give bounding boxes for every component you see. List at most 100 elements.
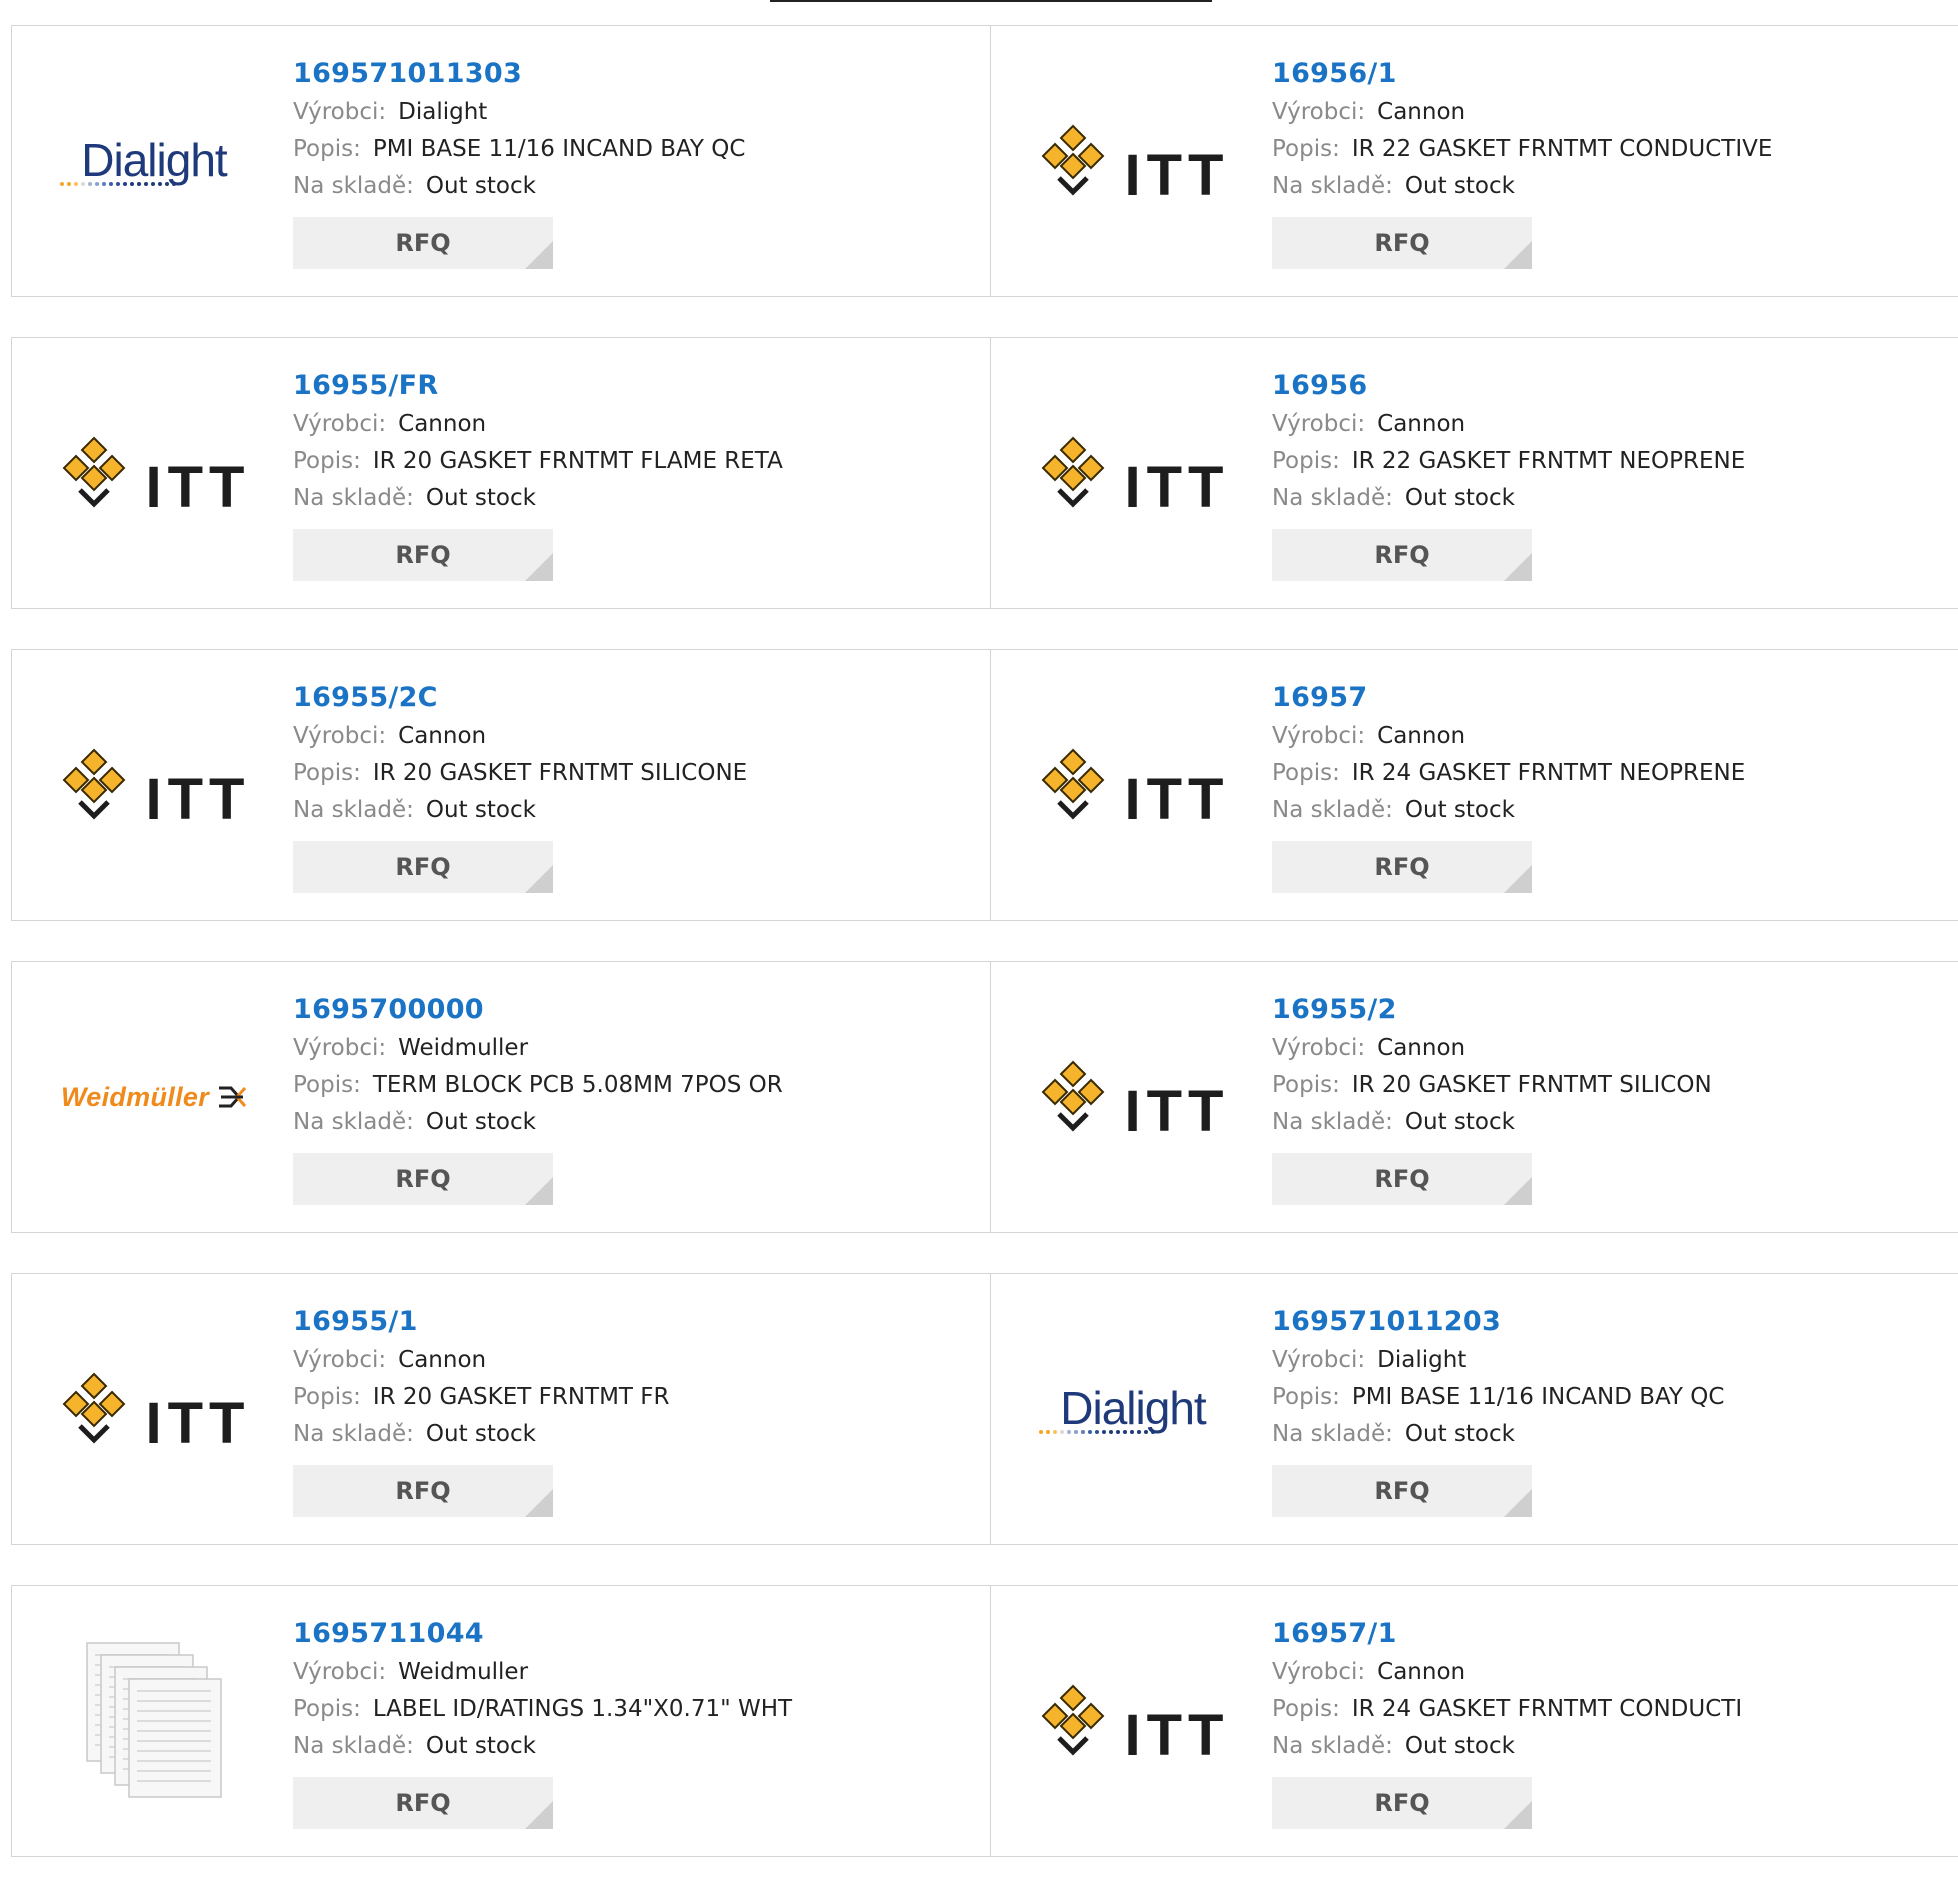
- part-number-link[interactable]: 169571011303: [293, 54, 745, 94]
- manufacturer-logo: ITT: [1031, 1022, 1235, 1172]
- part-number-link[interactable]: 1695700000: [293, 990, 783, 1030]
- product-info: 16955/FR Výrobci: Cannon Popis: IR 20 GASK…: [293, 366, 783, 581]
- product-card: Weidmüller 1695700000 Výrobci: Weidmuller…: [12, 962, 990, 1232]
- manufacturer-line: Výrobci: Dialight: [293, 94, 745, 131]
- description-label: Popis:: [293, 1696, 361, 1722]
- manufacturer-logo: Weidmüller: [52, 1022, 256, 1172]
- description-line: Popis: IR 24 GASKET FRNTMT CONDUCTI: [1272, 1691, 1742, 1728]
- stock-label: Na skladě:: [293, 1421, 414, 1447]
- product-row: 1695711044 Výrobci: Weidmuller Popis: LABE…: [11, 1585, 1958, 1857]
- itt-logo: ITT: [58, 1370, 251, 1453]
- product-card: Dialight 169571011303 Výrobci: Dialight P…: [12, 26, 990, 296]
- product-info: 16956 Výrobci: Cannon Popis: IR 22 GASKET …: [1272, 366, 1745, 581]
- rfq-button[interactable]: RFQ: [1272, 217, 1532, 269]
- rfq-button[interactable]: RFQ: [1272, 529, 1532, 581]
- rfq-corner-icon: [1504, 553, 1532, 581]
- rfq-label: RFQ: [395, 229, 451, 257]
- manufacturer-value: Weidmuller: [398, 1659, 529, 1685]
- rfq-corner-icon: [525, 553, 553, 581]
- description-label: Popis:: [1272, 136, 1340, 162]
- rfq-button[interactable]: RFQ: [1272, 1153, 1532, 1205]
- rfq-button[interactable]: RFQ: [293, 217, 553, 269]
- rfq-label: RFQ: [1374, 853, 1430, 881]
- manufacturer-label: Výrobci:: [293, 1347, 387, 1373]
- part-number-link[interactable]: 1695711044: [293, 1614, 792, 1654]
- manufacturer-logo: ITT: [1031, 86, 1235, 236]
- part-number-link[interactable]: 16956: [1272, 366, 1745, 406]
- product-card: ITT 16955/2C Výrobci: Cannon Popis: IR 20 …: [12, 650, 990, 920]
- description-value: IR 20 GASKET FRNTMT SILICONE: [372, 760, 748, 786]
- stock-label: Na skladě:: [1272, 1109, 1393, 1135]
- product-card: Dialight 169571011203 Výrobci: Dialight P…: [990, 1274, 1958, 1544]
- description-value: PMI BASE 11/16 INCAND BAY QC: [372, 136, 746, 162]
- manufacturer-line: Výrobci: Cannon: [293, 1342, 670, 1379]
- description-value: TERM BLOCK PCB 5.08MM 7POS OR: [372, 1072, 783, 1098]
- rfq-label: RFQ: [395, 1789, 451, 1817]
- manufacturer-logo: ITT: [1031, 398, 1235, 548]
- manufacturer-logo: Dialight: [1031, 1334, 1235, 1484]
- manufacturer-logo: ITT: [52, 710, 256, 860]
- description-value: PMI BASE 11/16 INCAND BAY QC: [1351, 1384, 1725, 1410]
- manufacturer-logo: ITT: [1031, 710, 1235, 860]
- description-value: IR 24 GASKET FRNTMT NEOPRENE: [1351, 760, 1746, 786]
- rfq-label: RFQ: [1374, 229, 1430, 257]
- manufacturer-label: Výrobci:: [293, 723, 387, 749]
- part-number-link[interactable]: 16956/1: [1272, 54, 1772, 94]
- product-card: ITT 16956 Výrobci: Cannon Popis: IR 22 GAS…: [990, 338, 1958, 608]
- stock-label: Na skladě:: [293, 173, 414, 199]
- stock-label: Na skladě:: [1272, 173, 1393, 199]
- itt-logo: ITT: [1037, 122, 1230, 205]
- rfq-label: RFQ: [395, 1165, 451, 1193]
- stock-line: Na skladě: Out stock: [1272, 1416, 1724, 1453]
- manufacturer-label: Výrobci:: [293, 1659, 387, 1685]
- stock-value: Out stock: [425, 797, 536, 823]
- description-value: IR 20 GASKET FRNTMT FR: [372, 1384, 670, 1410]
- stock-line: Na skladě: Out stock: [293, 168, 745, 205]
- description-line: Popis: PMI BASE 11/16 INCAND BAY QC: [293, 131, 745, 168]
- description-label: Popis:: [1272, 1696, 1340, 1722]
- description-label: Popis:: [293, 136, 361, 162]
- stock-value: Out stock: [425, 1109, 536, 1135]
- description-label: Popis:: [1272, 1384, 1340, 1410]
- stock-line: Na skladě: Out stock: [293, 1416, 670, 1453]
- stock-value: Out stock: [1404, 1733, 1515, 1759]
- stock-line: Na skladě: Out stock: [1272, 792, 1745, 829]
- rfq-corner-icon: [1504, 1801, 1532, 1829]
- label-sheet-image: [86, 1642, 222, 1798]
- part-number-link[interactable]: 16957/1: [1272, 1614, 1742, 1654]
- description-label: Popis:: [293, 1384, 361, 1410]
- product-info: 169571011203 Výrobci: Dialight Popis: PMI …: [1272, 1302, 1724, 1517]
- description-line: Popis: TERM BLOCK PCB 5.08MM 7POS OR: [293, 1067, 783, 1104]
- rfq-label: RFQ: [395, 853, 451, 881]
- stock-value: Out stock: [1404, 1109, 1515, 1135]
- rfq-button[interactable]: RFQ: [1272, 841, 1532, 893]
- rfq-button[interactable]: RFQ: [293, 841, 553, 893]
- part-number-link[interactable]: 16955/1: [293, 1302, 670, 1342]
- rfq-button[interactable]: RFQ: [293, 529, 553, 581]
- stock-label: Na skladě:: [1272, 1421, 1393, 1447]
- description-line: Popis: IR 20 GASKET FRNTMT SILICONE: [293, 755, 747, 792]
- stock-label: Na skladě:: [293, 797, 414, 823]
- part-number-link[interactable]: 169571011203: [1272, 1302, 1724, 1342]
- itt-logo: ITT: [58, 434, 251, 517]
- stock-value: Out stock: [425, 1733, 536, 1759]
- product-info: 16957 Výrobci: Cannon Popis: IR 24 GASKET …: [1272, 678, 1745, 893]
- rfq-button[interactable]: RFQ: [293, 1153, 553, 1205]
- itt-logo: ITT: [1037, 1058, 1230, 1141]
- description-value: IR 20 GASKET FRNTMT FLAME RETA: [372, 448, 783, 474]
- part-number-link[interactable]: 16955/2: [1272, 990, 1712, 1030]
- rfq-button[interactable]: RFQ: [1272, 1777, 1532, 1829]
- product-info: 16956/1 Výrobci: Cannon Popis: IR 22 GASKE…: [1272, 54, 1772, 269]
- rfq-corner-icon: [1504, 1489, 1532, 1517]
- part-number-link[interactable]: 16955/2C: [293, 678, 747, 718]
- description-line: Popis: IR 22 GASKET FRNTMT NEOPRENE: [1272, 443, 1745, 480]
- product-row: ITT 16955/FR Výrobci: Cannon Popis: IR 20 …: [11, 337, 1958, 609]
- part-number-link[interactable]: 16957: [1272, 678, 1745, 718]
- part-number-link[interactable]: 16955/FR: [293, 366, 783, 406]
- product-info: 169571011303 Výrobci: Dialight Popis: PMI …: [293, 54, 745, 269]
- stock-label: Na skladě:: [293, 485, 414, 511]
- rfq-button[interactable]: RFQ: [1272, 1465, 1532, 1517]
- rfq-button[interactable]: RFQ: [293, 1777, 553, 1829]
- product-info: 1695711044 Výrobci: Weidmuller Popis: LABE…: [293, 1614, 792, 1829]
- rfq-button[interactable]: RFQ: [293, 1465, 553, 1517]
